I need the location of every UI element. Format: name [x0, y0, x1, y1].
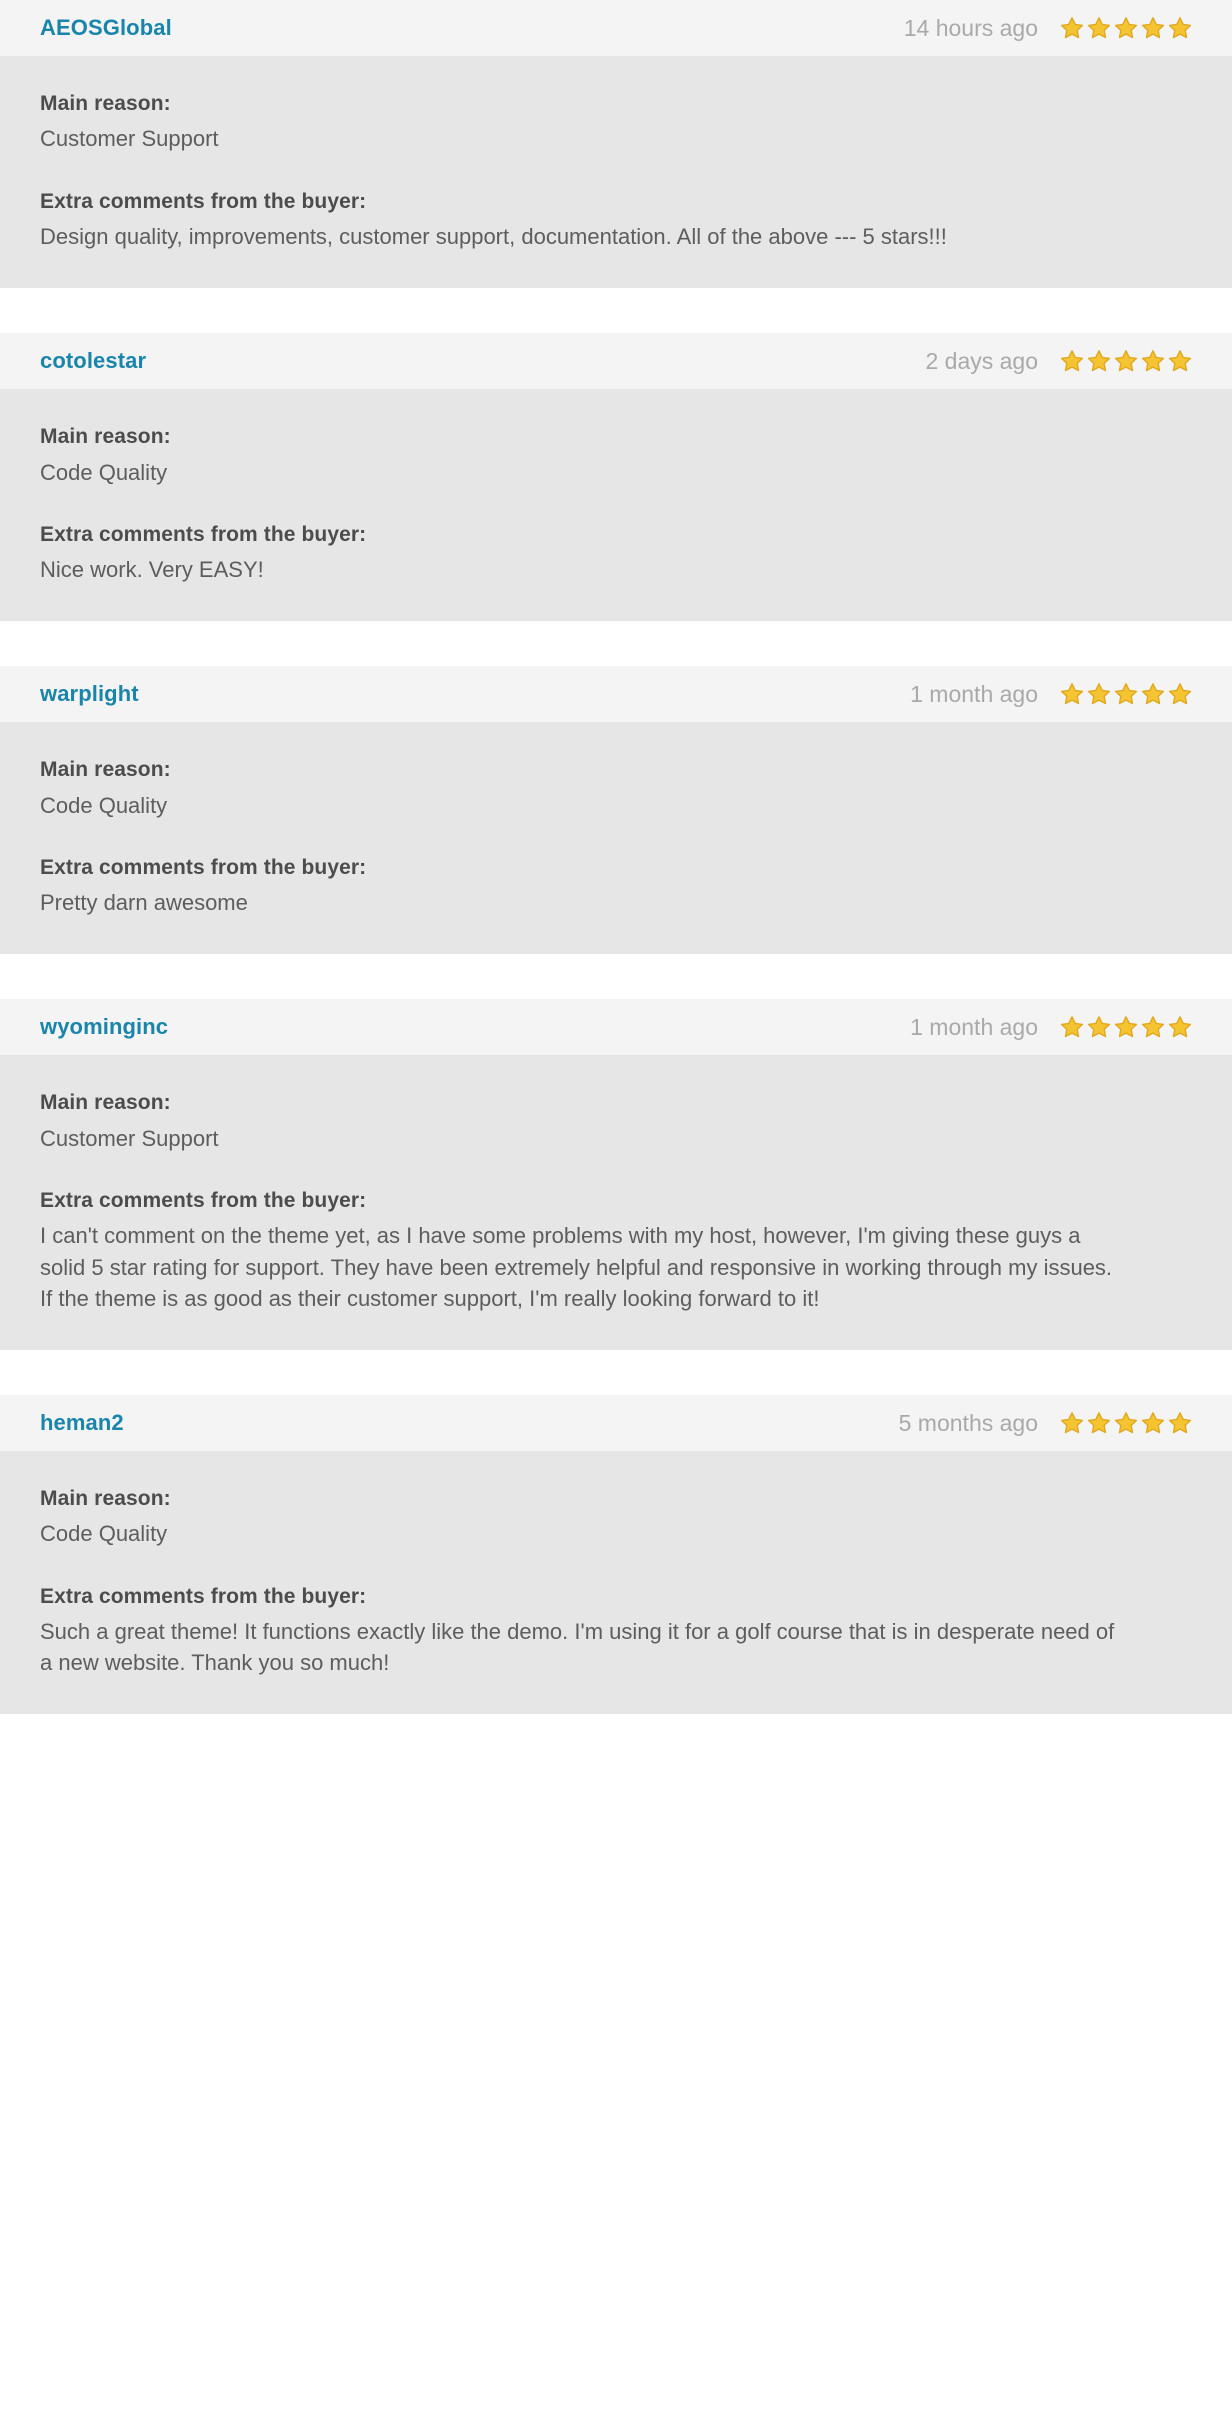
star-icon	[1060, 17, 1084, 39]
extra-comments-label: Extra comments from the buyer:	[40, 522, 367, 546]
extra-comments-value: Such a great theme! It functions exactly…	[40, 1619, 1115, 1676]
star-icon	[1168, 1412, 1192, 1434]
review-card-aeosglobal: AEOSGlobal 14 hours ago Main reason: Cus…	[0, 0, 1232, 289]
review-card-warplight: warplight 1 month ago Main reason: Code …	[0, 666, 1232, 955]
review-timestamp: 2 days ago	[925, 347, 1038, 374]
star-icon	[1087, 17, 1111, 39]
main-reason-group: Main reason: Code Quality	[40, 1485, 1192, 1550]
main-reason-label: Main reason:	[40, 1091, 171, 1115]
main-reason-group: Main reason: Customer Support	[40, 1089, 1192, 1154]
extra-comments-value: Pretty darn awesome	[40, 890, 248, 916]
review-body: Main reason: Code Quality Extra comments…	[0, 722, 1232, 955]
star-icon	[1087, 683, 1111, 705]
rating-stars	[1060, 349, 1192, 373]
extra-comments-value: Design quality, improvements, customer s…	[40, 223, 947, 249]
star-icon	[1114, 683, 1138, 705]
review-card-heman2: heman2 5 months ago Main reason: Code Qu…	[0, 1395, 1232, 1715]
review-header: AEOSGlobal 14 hours ago	[0, 0, 1232, 56]
star-icon	[1114, 17, 1138, 39]
review-timestamp: 1 month ago	[910, 1013, 1038, 1040]
main-reason-group: Main reason: Customer Support	[40, 90, 1192, 155]
star-icon	[1114, 350, 1138, 372]
star-icon	[1060, 683, 1084, 705]
star-icon	[1141, 350, 1165, 372]
extra-comments-label: Extra comments from the buyer:	[40, 1584, 367, 1608]
main-reason-label: Main reason:	[40, 425, 171, 449]
star-icon	[1168, 683, 1192, 705]
extra-comments-group: Extra comments from the buyer: Such a gr…	[40, 1583, 1192, 1679]
extra-comments-group: Extra comments from the buyer: Design qu…	[40, 188, 1192, 253]
star-icon	[1087, 1016, 1111, 1038]
star-icon	[1168, 350, 1192, 372]
review-meta: 1 month ago	[910, 682, 1192, 706]
rating-stars	[1060, 1411, 1192, 1435]
main-reason-value: Code Quality	[40, 792, 168, 818]
star-icon	[1141, 683, 1165, 705]
review-meta: 1 month ago	[910, 1015, 1192, 1039]
main-reason-value: Code Quality	[40, 1521, 168, 1547]
review-card-cotolestar: cotolestar 2 days ago Main reason: Code …	[0, 333, 1232, 622]
extra-comments-group: Extra comments from the buyer: I can't c…	[40, 1187, 1192, 1314]
star-icon	[1114, 1412, 1138, 1434]
star-icon	[1168, 1016, 1192, 1038]
review-header: warplight 1 month ago	[0, 666, 1232, 723]
star-icon	[1168, 17, 1192, 39]
reviewer-name-link[interactable]: heman2	[40, 1412, 124, 1434]
star-icon	[1141, 1016, 1165, 1038]
reviewer-name-link[interactable]: cotolestar	[40, 350, 146, 372]
reviews-list: AEOSGlobal 14 hours ago Main reason: Cus…	[0, 0, 1232, 1715]
main-reason-value: Customer Support	[40, 1125, 219, 1151]
reviewer-name-link[interactable]: AEOSGlobal	[40, 17, 172, 39]
review-header: cotolestar 2 days ago	[0, 333, 1232, 390]
review-timestamp: 1 month ago	[910, 680, 1038, 707]
reviewer-name-link[interactable]: wyominginc	[40, 1016, 168, 1038]
extra-comments-value: I can't comment on the theme yet, as I h…	[40, 1223, 1113, 1311]
review-body: Main reason: Customer Support Extra comm…	[0, 1055, 1232, 1351]
star-icon	[1060, 1412, 1084, 1434]
reviewer-name-link[interactable]: warplight	[40, 683, 139, 705]
main-reason-label: Main reason:	[40, 758, 171, 782]
review-card-wyominginc: wyominginc 1 month ago Main reason: Cust…	[0, 999, 1232, 1351]
review-timestamp: 14 hours ago	[903, 14, 1038, 41]
extra-comments-label: Extra comments from the buyer:	[40, 189, 367, 213]
star-icon	[1114, 1016, 1138, 1038]
main-reason-value: Customer Support	[40, 126, 219, 152]
review-meta: 14 hours ago	[904, 16, 1192, 40]
review-body: Main reason: Customer Support Extra comm…	[0, 56, 1232, 289]
extra-comments-label: Extra comments from the buyer:	[40, 855, 367, 879]
review-timestamp: 5 months ago	[898, 1409, 1038, 1436]
review-header: heman2 5 months ago	[0, 1395, 1232, 1452]
star-icon	[1060, 350, 1084, 372]
star-icon	[1141, 17, 1165, 39]
review-body: Main reason: Code Quality Extra comments…	[0, 1451, 1232, 1715]
extra-comments-group: Extra comments from the buyer: Pretty da…	[40, 854, 1192, 919]
extra-comments-value: Nice work. Very EASY!	[40, 557, 264, 583]
main-reason-group: Main reason: Code Quality	[40, 756, 1192, 821]
review-meta: 5 months ago	[899, 1411, 1192, 1435]
review-header: wyominginc 1 month ago	[0, 999, 1232, 1056]
review-body: Main reason: Code Quality Extra comments…	[0, 389, 1232, 622]
rating-stars	[1060, 16, 1192, 40]
star-icon	[1141, 1412, 1165, 1434]
main-reason-value: Code Quality	[40, 459, 168, 485]
extra-comments-group: Extra comments from the buyer: Nice work…	[40, 521, 1192, 586]
review-meta: 2 days ago	[925, 349, 1192, 373]
rating-stars	[1060, 1015, 1192, 1039]
star-icon	[1060, 1016, 1084, 1038]
main-reason-label: Main reason:	[40, 1487, 171, 1511]
extra-comments-label: Extra comments from the buyer:	[40, 1189, 367, 1213]
star-icon	[1087, 1412, 1111, 1434]
star-icon	[1087, 350, 1111, 372]
main-reason-group: Main reason: Code Quality	[40, 423, 1192, 488]
main-reason-label: Main reason:	[40, 92, 171, 115]
rating-stars	[1060, 682, 1192, 706]
